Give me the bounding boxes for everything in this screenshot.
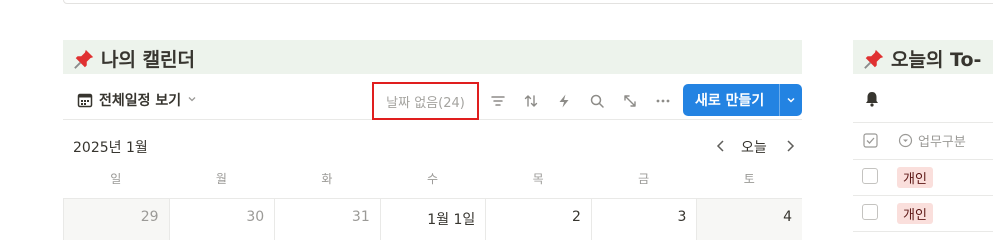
calendar-view-icon	[77, 93, 93, 108]
day-cell[interactable]: 1월 1일	[379, 199, 486, 240]
calendar-header: 나의 캘린더	[63, 40, 802, 74]
weekday-label: 화	[321, 172, 333, 186]
weekday-label: 일	[110, 172, 122, 186]
calendar-week-row: 29 30 31 1월 1일 2 3 4	[63, 198, 803, 240]
todo-divider	[853, 122, 993, 123]
today-button[interactable]: 오늘	[741, 137, 767, 157]
pin-icon	[864, 49, 884, 69]
weekday-label: 금	[638, 172, 650, 186]
property-header[interactable]: 업무구분	[898, 131, 966, 150]
weekday-label: 월	[215, 172, 227, 186]
day-cell[interactable]: 31	[274, 199, 380, 240]
view-selector[interactable]: 전체일정 보기	[77, 90, 197, 110]
day-cell[interactable]: 29	[63, 199, 169, 240]
more-icon[interactable]	[653, 91, 673, 111]
bell-icon[interactable]	[863, 90, 881, 108]
todo-title-wrap: 오늘의 To-	[863, 45, 981, 72]
chevron-right-icon[interactable]	[782, 137, 798, 155]
calendar-title: 나의 캘린더	[101, 49, 196, 71]
todo-checkbox[interactable]	[862, 168, 878, 184]
month-label: 2025년 1월	[73, 140, 148, 156]
sort-icon[interactable]	[521, 91, 541, 111]
top-input-box	[63, 0, 993, 4]
category-tag: 개인	[897, 167, 933, 188]
day-cell[interactable]: 4	[696, 199, 803, 240]
filter-icon[interactable]	[488, 91, 508, 111]
no-date-button[interactable]: 날짜 없음(24)	[372, 82, 479, 120]
expand-icon[interactable]	[620, 91, 640, 111]
todo-divider	[853, 231, 993, 232]
checkbox-icon	[863, 133, 878, 148]
todo-divider	[853, 159, 993, 160]
day-cell[interactable]: 3	[590, 199, 697, 240]
todo-title: 오늘의 To-	[891, 49, 982, 71]
property-header-label: 업무구분	[918, 135, 966, 150]
todo-divider	[853, 195, 993, 196]
search-icon[interactable]	[587, 91, 607, 111]
weekday-row: 일 월 화 수 목 금 토	[63, 170, 802, 192]
chevron-left-icon[interactable]	[713, 137, 729, 155]
weekday-label: 목	[532, 172, 544, 186]
new-button[interactable]: 새로 만들기	[683, 84, 802, 116]
new-button-chevron-icon[interactable]	[780, 95, 802, 105]
weekday-label: 토	[743, 172, 755, 186]
view-selector-label: 전체일정 보기	[99, 93, 182, 109]
calendar-toolbar: 전체일정 보기 날짜 없음(24) 새로 만들기	[63, 82, 802, 120]
automation-icon[interactable]	[554, 91, 574, 111]
todo-column-header: 업무구분	[863, 131, 966, 150]
todo-checkbox[interactable]	[862, 204, 878, 220]
new-button-label: 새로 만들기	[695, 93, 765, 109]
category-tag: 개인	[897, 203, 933, 224]
calendar-title-wrap: 나의 캘린더	[73, 45, 195, 72]
day-cell[interactable]: 30	[168, 199, 275, 240]
day-cell[interactable]: 2	[485, 199, 591, 240]
todo-header: 오늘의 To-	[853, 40, 993, 74]
no-date-label: 날짜 없음(24)	[386, 95, 465, 111]
chevron-down-icon	[187, 94, 197, 107]
pin-icon	[74, 49, 94, 69]
weekday-label: 수	[427, 172, 439, 186]
select-icon	[898, 133, 913, 148]
